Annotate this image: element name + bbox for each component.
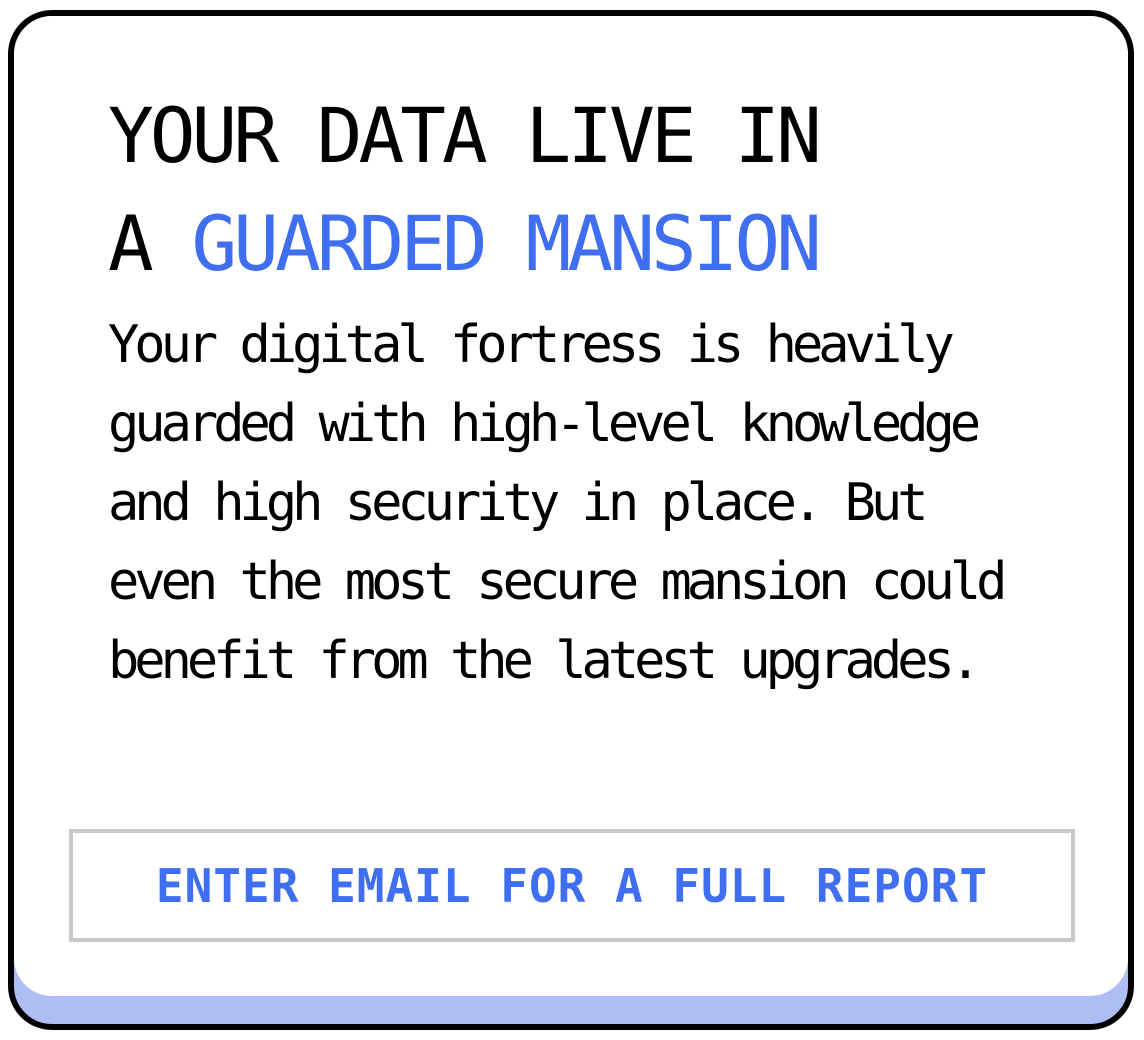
headline-line-2: A GUARDED MANSION xyxy=(108,190,822,298)
body-paragraph: Your digital fortress is heavily guarded… xyxy=(108,315,1007,691)
headline-line-1: YOUR DATA LIVE IN xyxy=(108,91,822,180)
headline: YOUR DATA LIVE IN A GUARDED MANSION xyxy=(108,82,822,298)
headline-accent: GUARDED MANSION xyxy=(191,199,822,288)
enter-email-button-label: ENTER EMAIL FOR A FULL REPORT xyxy=(155,858,989,913)
headline-prefix: A xyxy=(108,199,192,288)
enter-email-button[interactable]: ENTER EMAIL FOR A FULL REPORT xyxy=(69,829,1075,942)
